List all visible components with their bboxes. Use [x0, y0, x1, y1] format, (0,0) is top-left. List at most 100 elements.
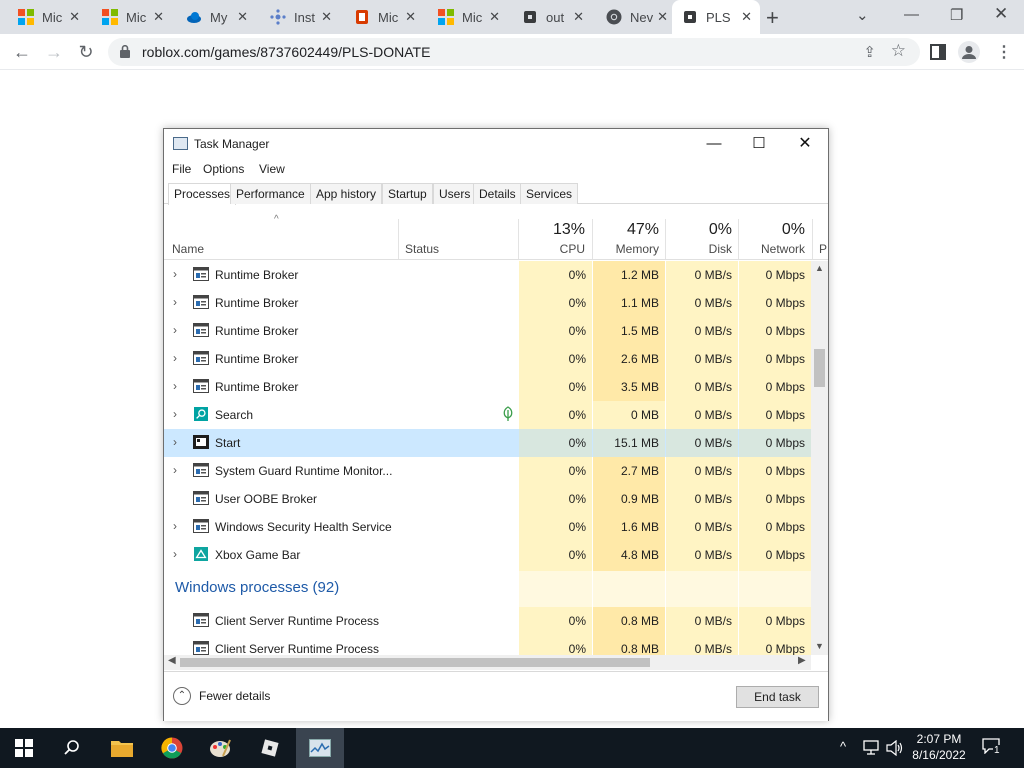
tab-performance[interactable]: Performance	[230, 183, 311, 204]
table-row[interactable]: Client Server Runtime Process 0% 0.8 MB …	[164, 635, 811, 655]
close-tab-icon[interactable]: ✕	[153, 9, 164, 25]
close-tab-icon[interactable]: ✕	[741, 9, 752, 25]
maximize-icon[interactable]: ☐	[744, 134, 774, 154]
network-icon[interactable]	[862, 740, 880, 756]
show-hidden-icons-chevron-icon[interactable]: ^	[840, 739, 846, 754]
table-row[interactable]: › Xbox Game Bar 0% 4.8 MB 0 MB/s 0 Mbps	[164, 541, 811, 569]
fewer-details-button[interactable]: ⌃ Fewer details	[173, 687, 270, 705]
share-icon[interactable]: ⇪	[863, 43, 876, 61]
title-bar[interactable]: Task Manager — ☐ ✕	[164, 129, 828, 159]
scroll-up-arrow-icon[interactable]: ▲	[815, 263, 824, 273]
column-network[interactable]: Network	[739, 242, 805, 256]
scrollbar-thumb[interactable]	[814, 349, 825, 387]
table-row[interactable]: User OOBE Broker 0% 0.9 MB 0 MB/s 0 Mbps	[164, 485, 811, 513]
table-row[interactable]: › Windows Security Health Service 0% 1.6…	[164, 513, 811, 541]
minimize-icon[interactable]: —	[699, 134, 729, 154]
minimize-icon[interactable]: —	[904, 6, 919, 23]
expand-chevron-icon[interactable]: ›	[173, 519, 177, 533]
search-button[interactable]	[48, 728, 96, 768]
new-tab-button[interactable]: +	[766, 5, 779, 31]
expand-chevron-icon[interactable]: ›	[173, 435, 177, 449]
scroll-left-arrow-icon[interactable]: ◀	[168, 655, 176, 666]
browser-tab[interactable]: Mic ✕	[8, 0, 88, 34]
tab-search-icon[interactable]: ⌄	[856, 6, 869, 24]
scroll-right-arrow-icon[interactable]: ▶	[798, 655, 806, 666]
close-tab-icon[interactable]: ✕	[573, 9, 584, 25]
group-header[interactable]: Windows processes (92)	[164, 571, 811, 607]
expand-chevron-icon[interactable]: ›	[173, 407, 177, 421]
expand-chevron-icon[interactable]: ›	[173, 295, 177, 309]
scroll-down-arrow-icon[interactable]: ▼	[815, 641, 824, 651]
network-percent[interactable]: 0%	[739, 221, 805, 239]
tab-startup[interactable]: Startup	[382, 183, 433, 204]
browser-tab[interactable]: Mic ✕	[428, 0, 508, 34]
column-power[interactable]: P	[819, 242, 828, 256]
roblox-taskbar-button[interactable]	[246, 728, 294, 768]
menu-view[interactable]: View	[259, 162, 285, 176]
table-row[interactable]: › Runtime Broker 0% 1.1 MB 0 MB/s 0 Mbps	[164, 289, 811, 317]
expand-chevron-icon[interactable]: ›	[173, 267, 177, 281]
address-bar[interactable]: roblox.com/games/8737602449/PLS-DONATE ⇪…	[108, 38, 920, 66]
expand-chevron-icon[interactable]: ›	[173, 379, 177, 393]
file-explorer-button[interactable]	[98, 728, 146, 768]
clock[interactable]: 2:07 PM 8/16/2022	[900, 731, 978, 763]
scrollbar-thumb[interactable]	[180, 658, 650, 667]
expand-chevron-icon[interactable]: ›	[173, 547, 177, 561]
table-row[interactable]: › Runtime Broker 0% 1.5 MB 0 MB/s 0 Mbps	[164, 317, 811, 345]
table-row[interactable]: › Runtime Broker 0% 2.6 MB 0 MB/s 0 Mbps	[164, 345, 811, 373]
browser-tab-active[interactable]: PLS ✕	[672, 0, 760, 34]
close-tab-icon[interactable]: ✕	[405, 9, 416, 25]
table-row[interactable]: Client Server Runtime Process 0% 0.8 MB …	[164, 607, 811, 635]
close-tab-icon[interactable]: ✕	[321, 9, 332, 25]
browser-menu-icon[interactable]: ⋮	[996, 42, 1012, 62]
browser-tab[interactable]: out ✕	[512, 0, 592, 34]
menu-file[interactable]: File	[172, 162, 191, 176]
close-icon[interactable]: ✕	[790, 134, 820, 154]
chrome-taskbar-button[interactable]	[148, 728, 196, 768]
start-button[interactable]	[0, 728, 48, 768]
column-memory[interactable]: Memory	[593, 242, 659, 256]
table-row[interactable]: › Search 0% 0 MB 0 MB/s 0 Mbps	[164, 401, 811, 429]
expand-chevron-icon[interactable]: ›	[173, 323, 177, 337]
close-tab-icon[interactable]: ✕	[69, 9, 80, 25]
browser-tab[interactable]: Nev ✕	[596, 0, 676, 34]
profile-avatar-icon[interactable]	[958, 41, 980, 63]
expand-chevron-icon[interactable]: ›	[173, 351, 177, 365]
cpu-percent[interactable]: 13%	[519, 221, 585, 239]
restore-icon[interactable]: ❐	[950, 6, 963, 24]
browser-tab[interactable]: Mic ✕	[344, 0, 424, 34]
table-row[interactable]: › Runtime Broker 0% 1.2 MB 0 MB/s 0 Mbps	[164, 261, 811, 289]
end-task-button[interactable]: End task	[736, 686, 819, 708]
close-icon[interactable]: ✕	[994, 4, 1008, 24]
forward-icon[interactable]: →	[42, 40, 66, 64]
browser-tab[interactable]: My ✕	[176, 0, 256, 34]
tab-services[interactable]: Services	[520, 183, 579, 204]
expand-chevron-icon[interactable]: ›	[173, 463, 177, 477]
task-manager-taskbar-button[interactable]	[296, 728, 344, 768]
column-disk[interactable]: Disk	[666, 242, 732, 256]
tab-users[interactable]: Users	[433, 183, 477, 204]
bookmark-star-icon[interactable]: ☆	[891, 41, 906, 61]
browser-tab[interactable]: Inst ✕	[260, 0, 340, 34]
browser-tab[interactable]: Mic ✕	[92, 0, 172, 34]
table-row[interactable]: › Runtime Broker 0% 3.5 MB 0 MB/s 0 Mbps	[164, 373, 811, 401]
back-icon[interactable]: ←	[10, 40, 34, 64]
disk-percent[interactable]: 0%	[666, 221, 732, 239]
vertical-scrollbar[interactable]: ▲ ▼	[811, 261, 828, 655]
tab-details[interactable]: Details	[473, 183, 522, 204]
table-row[interactable]: › System Guard Runtime Monitor... 0% 2.7…	[164, 457, 811, 485]
table-row-selected[interactable]: › Start 0% 15.1 MB 0 MB/s 0 Mbps	[164, 429, 811, 457]
notification-center-button[interactable]: 1	[982, 738, 1002, 758]
side-panel-icon[interactable]	[930, 44, 946, 60]
close-tab-icon[interactable]: ✕	[489, 9, 500, 25]
close-tab-icon[interactable]: ✕	[657, 9, 668, 25]
column-name[interactable]: Name	[172, 242, 204, 256]
column-status[interactable]: Status	[405, 242, 439, 256]
horizontal-scrollbar[interactable]: ◀ ▶	[164, 655, 811, 670]
close-tab-icon[interactable]: ✕	[237, 9, 248, 25]
tab-processes[interactable]: Processes	[168, 183, 237, 205]
memory-percent[interactable]: 47%	[593, 221, 659, 239]
column-cpu[interactable]: CPU	[519, 242, 585, 256]
reload-icon[interactable]: ↻	[74, 40, 98, 64]
paint-taskbar-button[interactable]	[196, 728, 244, 768]
